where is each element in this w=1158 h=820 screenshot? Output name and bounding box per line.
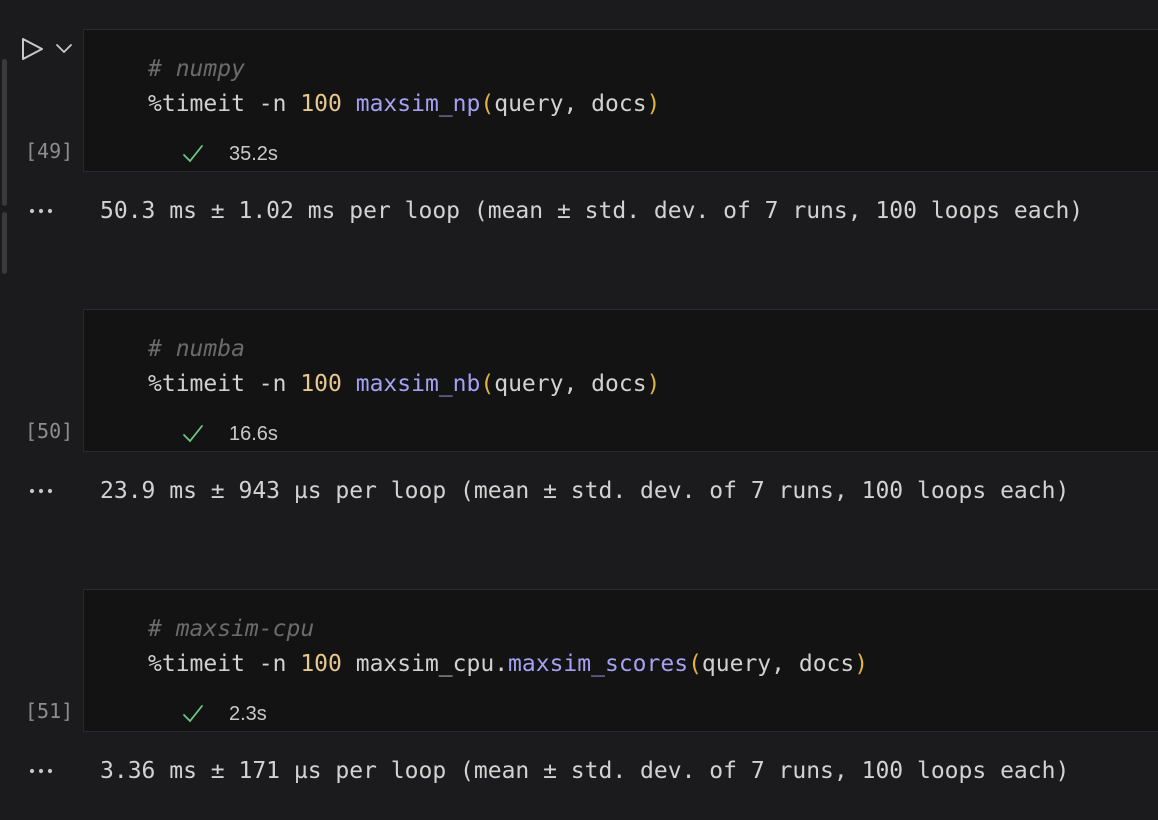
execution-duration: 35.2s	[229, 143, 278, 166]
output-text: 50.3 ms ± 1.02 ms per loop (mean ± std. …	[100, 199, 1083, 223]
cell-editor[interactable]: # numba %timeit -n 100 maxsim_nb(query, …	[83, 309, 1158, 452]
cell-output: 50.3 ms ± 1.02 ms per loop (mean ± std. …	[0, 199, 1158, 223]
output-text: 3.36 ms ± 171 µs per loop (mean ± std. d…	[100, 759, 1069, 783]
code-line: %timeit -n 100 maxsim_np(query, docs)	[148, 87, 1158, 122]
success-check-icon	[181, 144, 205, 164]
code-comment-line: # maxsim-cpu	[148, 612, 1158, 647]
output-text: 23.9 ms ± 943 µs per loop (mean ± std. d…	[100, 479, 1069, 503]
code-token-number: 100	[300, 91, 342, 117]
cell-status-bar: 35.2s	[148, 144, 1158, 164]
cell-editor[interactable]: # maxsim-cpu %timeit -n 100 maxsim_cpu.m…	[83, 589, 1158, 732]
code-token-bracket: )	[854, 651, 868, 677]
success-check-icon	[181, 424, 205, 444]
execution-count: [50]	[25, 419, 73, 443]
ellipsis-icon	[28, 767, 54, 775]
cell-run-controls	[20, 35, 74, 63]
code-token-plain: %timeit -n	[148, 651, 300, 677]
cell-editor[interactable]: # numpy %timeit -n 100 maxsim_np(query, …	[83, 29, 1158, 172]
code-token-plain: query, docs	[494, 371, 646, 397]
chevron-down-icon	[54, 42, 74, 56]
code-token-bracket: (	[480, 371, 494, 397]
code-token-number: 100	[300, 371, 342, 397]
output-focus-bar	[2, 212, 7, 274]
cell-output: 3.36 ms ± 171 µs per loop (mean ± std. d…	[0, 759, 1158, 783]
execution-duration: 16.6s	[229, 423, 278, 446]
code-token-bracket: )	[647, 371, 661, 397]
run-cell-button[interactable]	[20, 35, 45, 63]
cell-status-bar: 16.6s	[148, 424, 1158, 444]
code-token-plain: %timeit -n	[148, 371, 300, 397]
code-token-plain: query, docs	[702, 651, 854, 677]
ellipsis-icon	[28, 487, 54, 495]
play-icon	[20, 35, 45, 63]
code-token-plain: maxsim_cpu.	[342, 651, 508, 677]
code-comment-line: # numpy	[148, 52, 1158, 87]
output-more-button[interactable]	[28, 207, 100, 215]
cell-status-bar: 2.3s	[148, 704, 1158, 724]
code-token-plain: query, docs	[494, 91, 646, 117]
notebook-cell: [51] # maxsim-cpu %timeit -n 100 maxsim_…	[0, 589, 1158, 732]
ellipsis-icon	[28, 207, 54, 215]
code-token-plain	[342, 371, 356, 397]
success-check-icon	[181, 704, 205, 724]
run-options-button[interactable]	[54, 42, 74, 56]
notebook-cell: [49] # numpy %timeit -n 100 maxsim_np(qu…	[0, 29, 1158, 172]
code-token-function: maxsim_scores	[508, 651, 688, 677]
execution-duration: 2.3s	[229, 703, 267, 726]
code-token-number: 100	[300, 651, 342, 677]
code-line: %timeit -n 100 maxsim_nb(query, docs)	[148, 367, 1158, 402]
code-token-bracket: (	[480, 91, 494, 117]
cell-output: 23.9 ms ± 943 µs per loop (mean ± std. d…	[0, 479, 1158, 503]
execution-count: [51]	[25, 699, 73, 723]
output-more-button[interactable]	[28, 767, 100, 775]
code-comment-line: # numba	[148, 332, 1158, 367]
code-token-plain	[342, 91, 356, 117]
code-token-function: maxsim_nb	[356, 371, 481, 397]
notebook-cell: [50] # numba %timeit -n 100 maxsim_nb(qu…	[0, 309, 1158, 452]
code-token-bracket: (	[688, 651, 702, 677]
code-token-bracket: )	[647, 91, 661, 117]
output-more-button[interactable]	[28, 487, 100, 495]
execution-count: [49]	[25, 139, 73, 163]
code-line: %timeit -n 100 maxsim_cpu.maxsim_scores(…	[148, 647, 1158, 682]
code-token-function: maxsim_np	[356, 91, 481, 117]
code-token-plain: %timeit -n	[148, 91, 300, 117]
